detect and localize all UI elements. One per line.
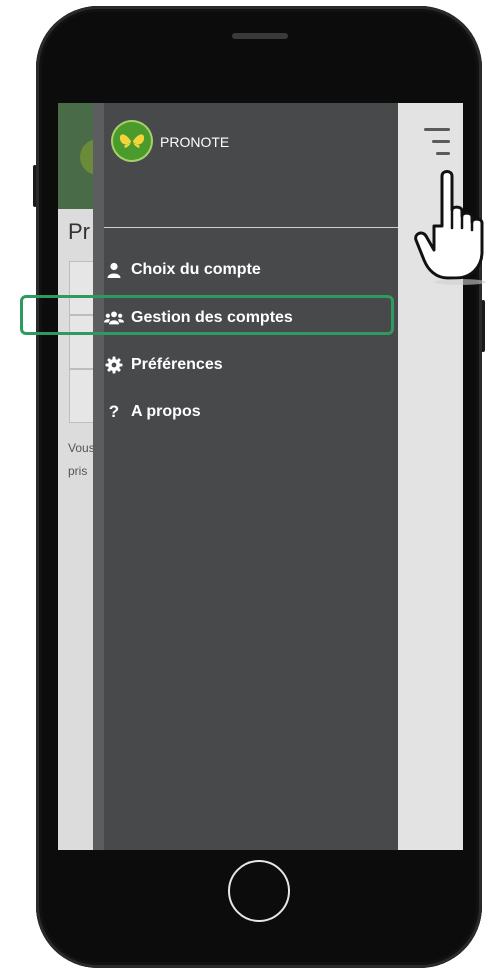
drawer-divider <box>104 227 398 228</box>
background-page: Pr Vous pris <box>58 103 93 850</box>
navigation-drawer <box>93 103 398 850</box>
app-name: PRONOTE <box>160 134 230 150</box>
background-text: Vous <box>68 441 93 455</box>
background-text: pris <box>68 464 88 478</box>
menu-item-label: Choix du compte <box>131 261 261 278</box>
gear-icon <box>104 355 124 375</box>
background-title: Pr <box>68 219 90 244</box>
phone-speaker <box>232 33 288 39</box>
user-icon <box>104 260 124 280</box>
pronote-logo-icon <box>111 120 153 162</box>
phone-screen: Pr Vous pris PRONOTE Choix du compte Ges… <box>58 103 463 850</box>
menu-item-label: A propos <box>131 403 201 420</box>
menu-item-preferences[interactable]: Préférences <box>104 351 398 379</box>
question-icon: ? <box>108 402 120 421</box>
pointer-hand-icon <box>412 166 492 286</box>
background-field <box>69 369 93 423</box>
highlight-box <box>20 295 394 335</box>
home-button <box>228 860 290 922</box>
menu-item-label: Préférences <box>131 356 223 373</box>
hamburger-menu-icon[interactable] <box>420 125 454 167</box>
menu-item-choix-du-compte[interactable]: Choix du compte <box>104 256 398 284</box>
menu-item-a-propos[interactable]: ? A propos <box>104 398 398 426</box>
drawer-edge <box>93 103 104 850</box>
